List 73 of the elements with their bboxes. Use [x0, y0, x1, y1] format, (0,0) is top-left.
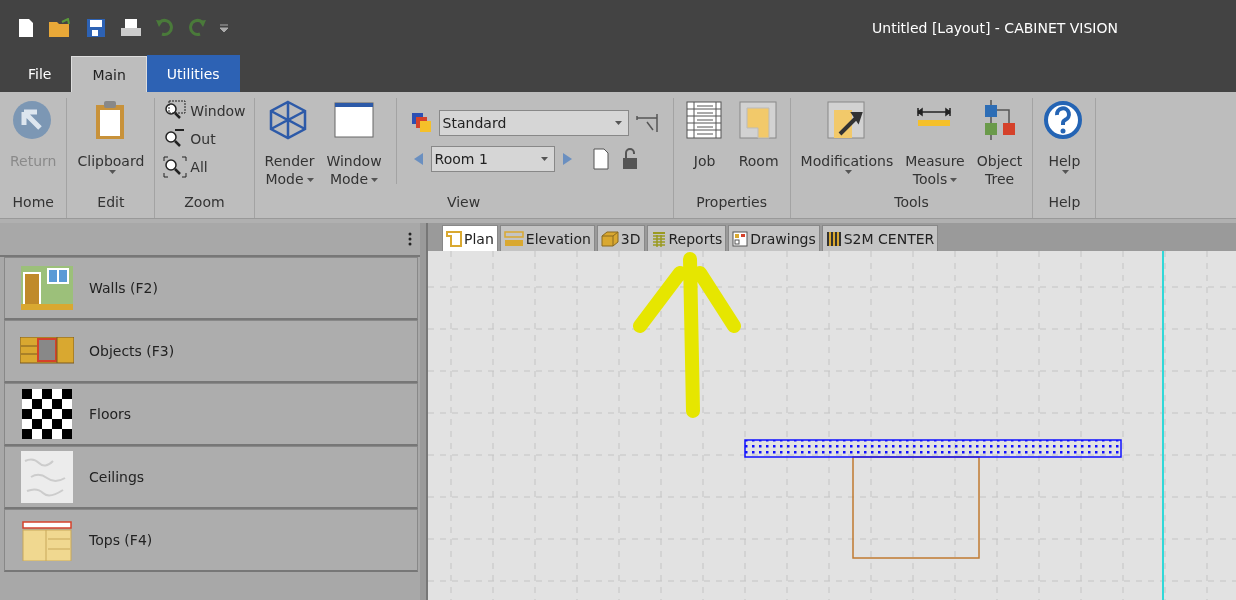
style-dropdown[interactable]: Standard [438, 110, 629, 136]
caret-icon [614, 121, 622, 125]
menu-tab[interactable]: File [8, 55, 72, 92]
clipboard-icon [95, 101, 124, 139]
ribbon-button[interactable]: Measure Tools [901, 98, 969, 190]
zoom-button[interactable]: Window [161, 98, 248, 124]
document-tab[interactable]: S2M CENTER [821, 225, 939, 251]
list-sheet-icon [686, 101, 722, 139]
ribbon-button[interactable]: Clipboard [73, 98, 149, 176]
printer-icon[interactable] [120, 17, 142, 38]
caret-icon [540, 157, 548, 161]
sidebar-item[interactable]: Ceilings [4, 446, 418, 509]
cube-icon [270, 100, 307, 140]
ribbon-button[interactable]: Modifications [796, 98, 898, 176]
tree-diagram-icon [984, 100, 1015, 141]
group-label: Help [1047, 194, 1082, 212]
style-layers-icon [410, 112, 433, 134]
more-options-icon[interactable] [408, 232, 412, 246]
s2m-icon [825, 230, 842, 247]
document-tab[interactable]: Drawings [728, 225, 820, 251]
caret-icon [844, 170, 852, 174]
zoom-button[interactable]: Out [161, 126, 248, 152]
caret-icon [1062, 170, 1070, 174]
checkerboard-icon [22, 389, 72, 439]
texture-swatch-icon [21, 451, 73, 503]
wall-door-window-icon [21, 266, 73, 310]
window-title: Untitled [Layout] - CABINET VISION [872, 19, 1119, 36]
countertop-cabinet-icon [22, 519, 72, 561]
help-icon [1044, 101, 1083, 139]
ribbon-button[interactable]: Object Tree [972, 98, 1027, 190]
window-icon [334, 102, 374, 138]
group-label: Properties [695, 194, 768, 212]
ribbon-button[interactable]: Render Mode [260, 98, 319, 190]
ruler-icon [917, 107, 951, 126]
room-dropdown[interactable]: Room 1 [430, 146, 555, 172]
caret-icon [371, 178, 379, 182]
document-tab[interactable]: Elevation [499, 225, 595, 251]
caret-icon [950, 178, 958, 182]
sidebar-item[interactable]: Objects (F3) [4, 320, 418, 383]
box-icon [600, 230, 619, 247]
magnifier-icon [163, 156, 188, 178]
new-page-icon[interactable] [592, 148, 609, 170]
ribbon-button[interactable]: Help [1039, 98, 1090, 176]
caret-icon [306, 178, 314, 182]
new-document-icon[interactable] [18, 17, 34, 38]
menu-tab[interactable]: Utilities [146, 55, 240, 92]
group-label: Home [11, 194, 55, 212]
zoom-button[interactable]: All [161, 154, 248, 180]
room-plan-icon [739, 101, 777, 139]
group-label: Zoom [183, 194, 226, 212]
document-tab[interactable]: Reports [646, 225, 727, 251]
document-tab[interactable]: Plan [442, 225, 498, 251]
folder-icon[interactable] [48, 17, 72, 38]
sidebar-item[interactable]: Walls (F2) [4, 257, 418, 320]
save-icon[interactable] [86, 17, 106, 38]
drawing-sheet-icon [732, 230, 749, 247]
customize-dropdown-icon[interactable] [220, 22, 228, 33]
unlocked-padlock-icon[interactable] [620, 148, 639, 170]
sidebar-item[interactable]: Tops (F4) [4, 509, 418, 572]
group-label: View [445, 194, 482, 212]
caret-icon [108, 170, 116, 174]
elevation-icon [503, 230, 524, 247]
group-label: Edit [96, 194, 126, 212]
sidebar-item[interactable]: Floors [4, 383, 418, 446]
ribbon-button[interactable]: Job [679, 98, 730, 172]
plan-icon [446, 230, 462, 247]
menu-tab[interactable]: Main [71, 56, 147, 92]
ribbon-button[interactable]: Room [733, 98, 784, 172]
document-tab[interactable]: 3D [596, 225, 645, 251]
ribbon-button[interactable]: Window Mode [322, 98, 386, 190]
group-label: Tools [893, 194, 930, 212]
cabinet-row-icon [20, 337, 74, 365]
report-grid-icon [650, 230, 667, 247]
